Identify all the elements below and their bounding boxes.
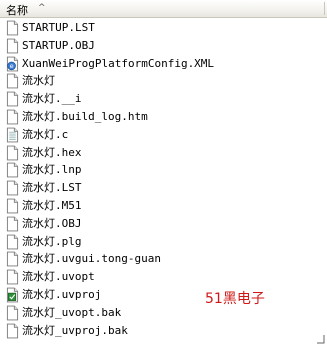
file-row[interactable]: 流水灯.OBJ [0,215,327,233]
xml-file-icon: e [6,56,19,72]
document-icon [6,198,19,214]
document-icon [6,91,19,107]
file-name: 流水灯.OBJ [22,216,82,230]
file-row[interactable]: 流水灯.lnp [0,161,327,179]
document-icon [6,251,19,267]
document-icon [6,323,19,338]
text-file-icon [6,127,19,143]
chevron-up-icon: ^ [38,3,46,13]
document-icon [6,38,19,54]
file-row[interactable]: 流水灯.uvgui.tong-guan [0,250,327,268]
column-divider[interactable] [324,2,325,15]
document-icon [6,162,19,178]
keil-project-icon [6,287,19,303]
name-column-header[interactable]: 名称 [6,2,28,18]
file-row[interactable]: STARTUP.OBJ [0,37,327,55]
file-row[interactable]: e XuanWeiProgPlatformConfig.XML [0,55,327,73]
resize-grip-icon[interactable] [316,334,325,344]
file-name: 流水灯.hex [22,145,82,159]
document-icon [6,109,19,125]
file-row[interactable]: 流水灯.c [0,126,327,144]
document-icon [6,234,19,249]
file-name: 流水灯.build_log.htm [22,109,148,123]
file-name: 流水灯.lnp [22,163,82,177]
file-row[interactable]: 流水灯.hex [0,144,327,162]
file-row[interactable]: 流水灯.__i [0,90,327,108]
document-icon [6,73,19,89]
file-row[interactable]: 流水灯.uvopt [0,268,327,286]
file-row[interactable]: 流水灯.uvproj [0,286,327,304]
document-icon [6,145,19,161]
file-name: 流水灯.c [22,127,69,141]
document-icon [6,269,19,285]
file-name: 流水灯_uvopt.bak [22,305,122,319]
file-row[interactable]: 流水灯.M51 [0,197,327,215]
file-row[interactable]: STARTUP.LST [0,19,327,37]
file-list: STARTUP.LST STARTUP.OBJ e XuanWeiProgPlatfo… [0,19,327,339]
file-name: STARTUP.LST [22,21,95,34]
file-row[interactable]: 流水灯 [0,72,327,90]
file-row[interactable]: 流水灯.LST [0,179,327,197]
file-name: 流水灯.M51 [22,198,82,212]
document-icon [6,20,19,36]
file-row[interactable]: 流水灯.build_log.htm [0,108,327,126]
file-name: 流水灯 [22,74,55,88]
watermark-text: 51黑电子 [205,291,265,307]
document-icon [6,180,19,196]
file-row[interactable]: 流水灯.plg [0,233,327,251]
file-row[interactable]: 流水灯_uvopt.bak [0,304,327,322]
file-name: 流水灯.plg [22,234,82,248]
file-name: 流水灯.LST [22,181,82,195]
file-name: STARTUP.OBJ [22,38,95,52]
svg-text:e: e [10,62,14,70]
file-name: 流水灯.uvproj [22,287,102,301]
column-header-bar: 名称 ^ [0,0,327,18]
file-row[interactable]: 流水灯_uvproj.bak [0,322,327,340]
file-name: XuanWeiProgPlatformConfig.XML [22,56,215,70]
document-icon [6,216,19,232]
file-name: 流水灯.uvgui.tong-guan [22,252,161,266]
file-name: 流水灯.__i [22,92,82,106]
file-name: 流水灯_uvproj.bak [22,323,128,337]
file-name: 流水灯.uvopt [22,270,95,284]
document-icon [6,305,19,321]
